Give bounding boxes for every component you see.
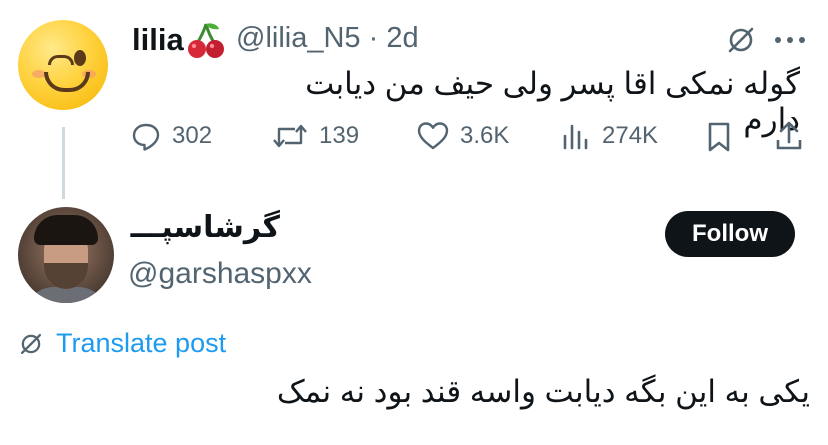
avatar[interactable] [18,20,108,110]
retweet-icon [273,124,307,148]
more-icon[interactable] [773,36,807,44]
timestamp[interactable]: 2d [386,22,418,54]
translate-post-label: Translate post [56,328,227,358]
avatar-hair [34,215,98,245]
avatar-shirt [24,287,108,303]
retweet-button[interactable]: 139 [271,120,359,152]
smile [44,72,90,92]
author-name[interactable]: گرشاسپـــ [131,210,280,245]
share-icon[interactable] [774,120,804,152]
reply-button[interactable]: 302 [130,120,212,152]
follow-button[interactable]: Follow [665,211,795,257]
retweet-count: 139 [319,122,360,149]
separator: · [368,22,379,54]
views-bar-chart-icon [563,124,588,150]
tweet-text: یکی به این بگه دیابت واسه قند بود نه نمک [276,374,810,409]
open-eye [74,50,86,66]
like-count: 3.6K [460,122,510,149]
translate-post-link[interactable]: Translate post [18,328,226,359]
reply-count: 302 [172,122,213,149]
author-handle[interactable]: @garshaspxx [128,257,312,291]
avatar-beard [44,263,88,289]
avatar[interactable] [18,207,114,303]
bookmark-icon[interactable] [706,121,732,153]
author-handle-and-time: @lilia_N5 · 2d [236,22,419,55]
cherry-emoji-icon [188,23,224,58]
grok-icon[interactable] [725,24,757,56]
reply-icon [132,123,160,151]
like-button[interactable]: 3.6K [416,120,509,152]
views-button[interactable]: 274K [560,120,658,152]
author-name[interactable]: lilia [132,22,184,58]
wink-eye [48,55,74,65]
grok-icon [20,333,42,354]
author-handle[interactable]: @lilia_N5 [236,22,361,54]
thread-connector-line [62,127,65,199]
views-count: 274K [602,122,659,149]
heart-icon [417,122,449,150]
